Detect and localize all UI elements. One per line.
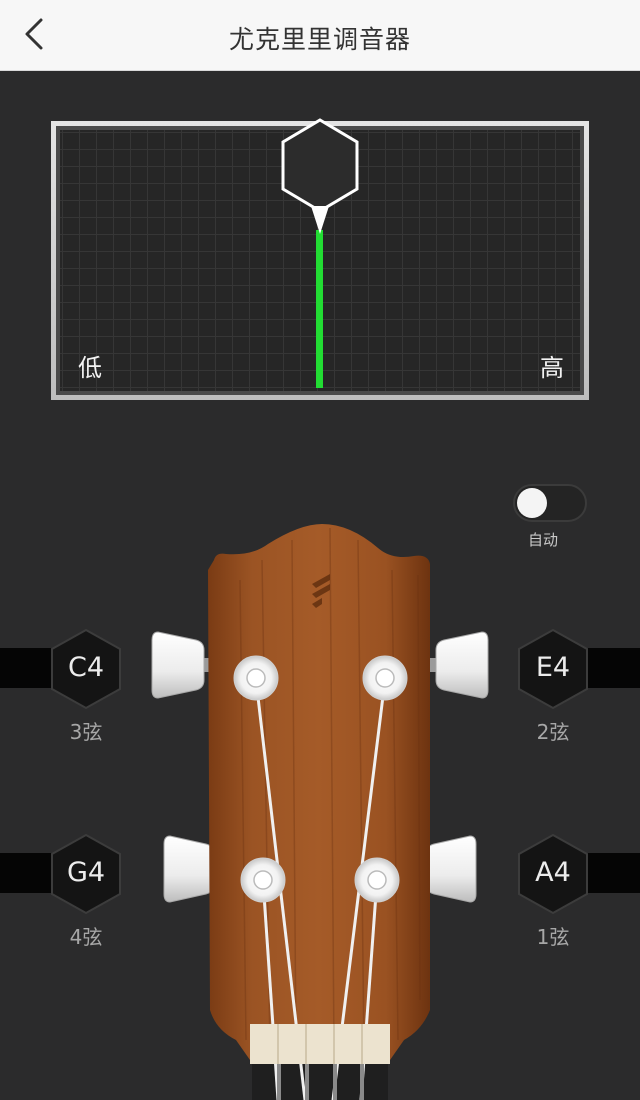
string-note-label: C4 [67, 652, 105, 683]
tuning-peg-a4[interactable] [425, 835, 477, 903]
tuning-post-hole [367, 870, 387, 890]
tuning-post-hole [375, 668, 395, 688]
string-note-label: E4 [535, 652, 571, 683]
fretboard [252, 1060, 388, 1100]
string-number-label: 3弦 [69, 720, 103, 744]
string-button-e4[interactable]: E4 [517, 628, 589, 710]
string-note-label: A4 [535, 857, 571, 888]
tuning-post-hole [253, 870, 273, 890]
string-number-label: 1弦 [536, 925, 570, 949]
tuning-post-hole [246, 668, 266, 688]
string-button-a4[interactable]: A4 [517, 833, 589, 915]
string-note-label: G4 [66, 857, 106, 888]
tuning-peg-c4[interactable] [151, 631, 205, 699]
ukulele-nut [250, 1024, 390, 1064]
string-button-c4[interactable]: C4 [50, 628, 122, 710]
tuning-peg-g4[interactable] [163, 835, 215, 903]
string-number-label: 4弦 [69, 925, 103, 949]
string-button-g4[interactable]: G4 [50, 833, 122, 915]
tuning-peg-e4[interactable] [435, 631, 489, 699]
string-number-label: 2弦 [536, 720, 570, 744]
